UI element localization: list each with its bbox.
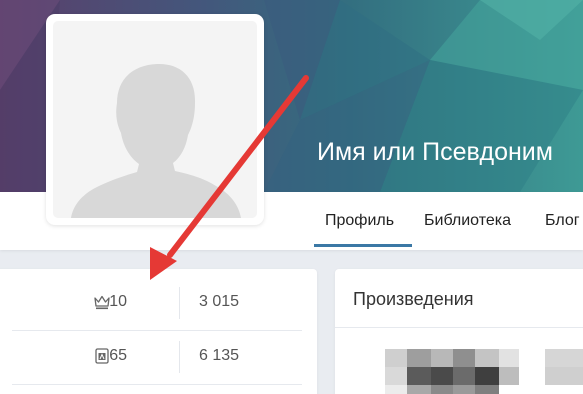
stat-divider — [179, 287, 180, 319]
works-card: Произведения — [335, 269, 583, 394]
books-secondary-count: 6 135 — [199, 347, 240, 364]
blurred-book-cover[interactable] — [385, 343, 583, 394]
avatar-placeholder — [53, 21, 257, 218]
stat-divider — [179, 341, 180, 373]
avatar[interactable] — [46, 14, 264, 225]
tab-active-indicator — [314, 244, 412, 247]
awards-secondary-count: 3 015 — [199, 293, 240, 310]
works-title: Произведения — [353, 289, 474, 309]
tab-blog[interactable]: Блог — [545, 212, 580, 230]
profile-name: Имя или Псевдоним — [317, 138, 553, 166]
user-silhouette-icon — [71, 63, 241, 218]
works-divider — [335, 327, 583, 328]
tab-profile[interactable]: Профиль — [325, 212, 394, 230]
stats-card: 10 3 015 65 6 135 — [0, 269, 317, 394]
awards-count: 10 — [109, 293, 127, 310]
tab-library[interactable]: Библиотека — [424, 212, 511, 230]
stat-row-books: 65 6 135 — [12, 331, 302, 385]
stat-row-awards: 10 3 015 — [12, 277, 302, 331]
books-count: 65 — [109, 347, 127, 364]
